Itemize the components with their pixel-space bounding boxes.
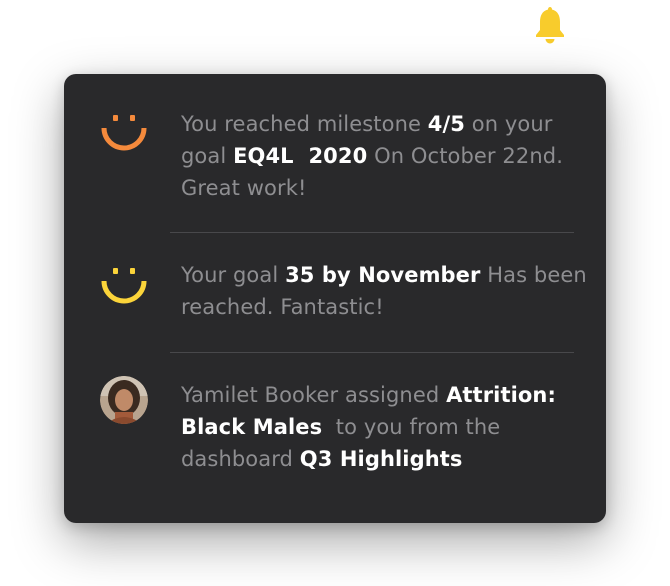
- notification-prefix: You reached milestone: [181, 112, 428, 136]
- divider: [170, 232, 574, 233]
- user-name[interactable]: Yamilet Booker: [181, 383, 338, 407]
- notification-text: Yamilet Booker assigned Attrition: Black…: [181, 379, 591, 475]
- notifications-panel: You reached milestone 4/5 on your goal E…: [64, 74, 606, 523]
- bell-icon[interactable]: [532, 4, 568, 44]
- divider: [170, 352, 574, 353]
- smiley-icon: [101, 268, 147, 304]
- goal-name[interactable]: EQ4L 2020: [233, 144, 367, 168]
- notification-text: You reached milestone 4/5 on your goal E…: [181, 108, 591, 204]
- notification-prefix: Your goal: [181, 263, 286, 287]
- avatar[interactable]: [100, 376, 148, 424]
- smiley-icon: [101, 115, 147, 151]
- dashboard-name[interactable]: Q3 Highlights: [300, 447, 463, 471]
- notification-text: Your goal 35 by November Has been reache…: [181, 259, 591, 323]
- milestone-value: 4/5: [427, 112, 465, 136]
- notification-action: assigned: [338, 383, 447, 407]
- goal-name[interactable]: 35 by November: [285, 263, 480, 287]
